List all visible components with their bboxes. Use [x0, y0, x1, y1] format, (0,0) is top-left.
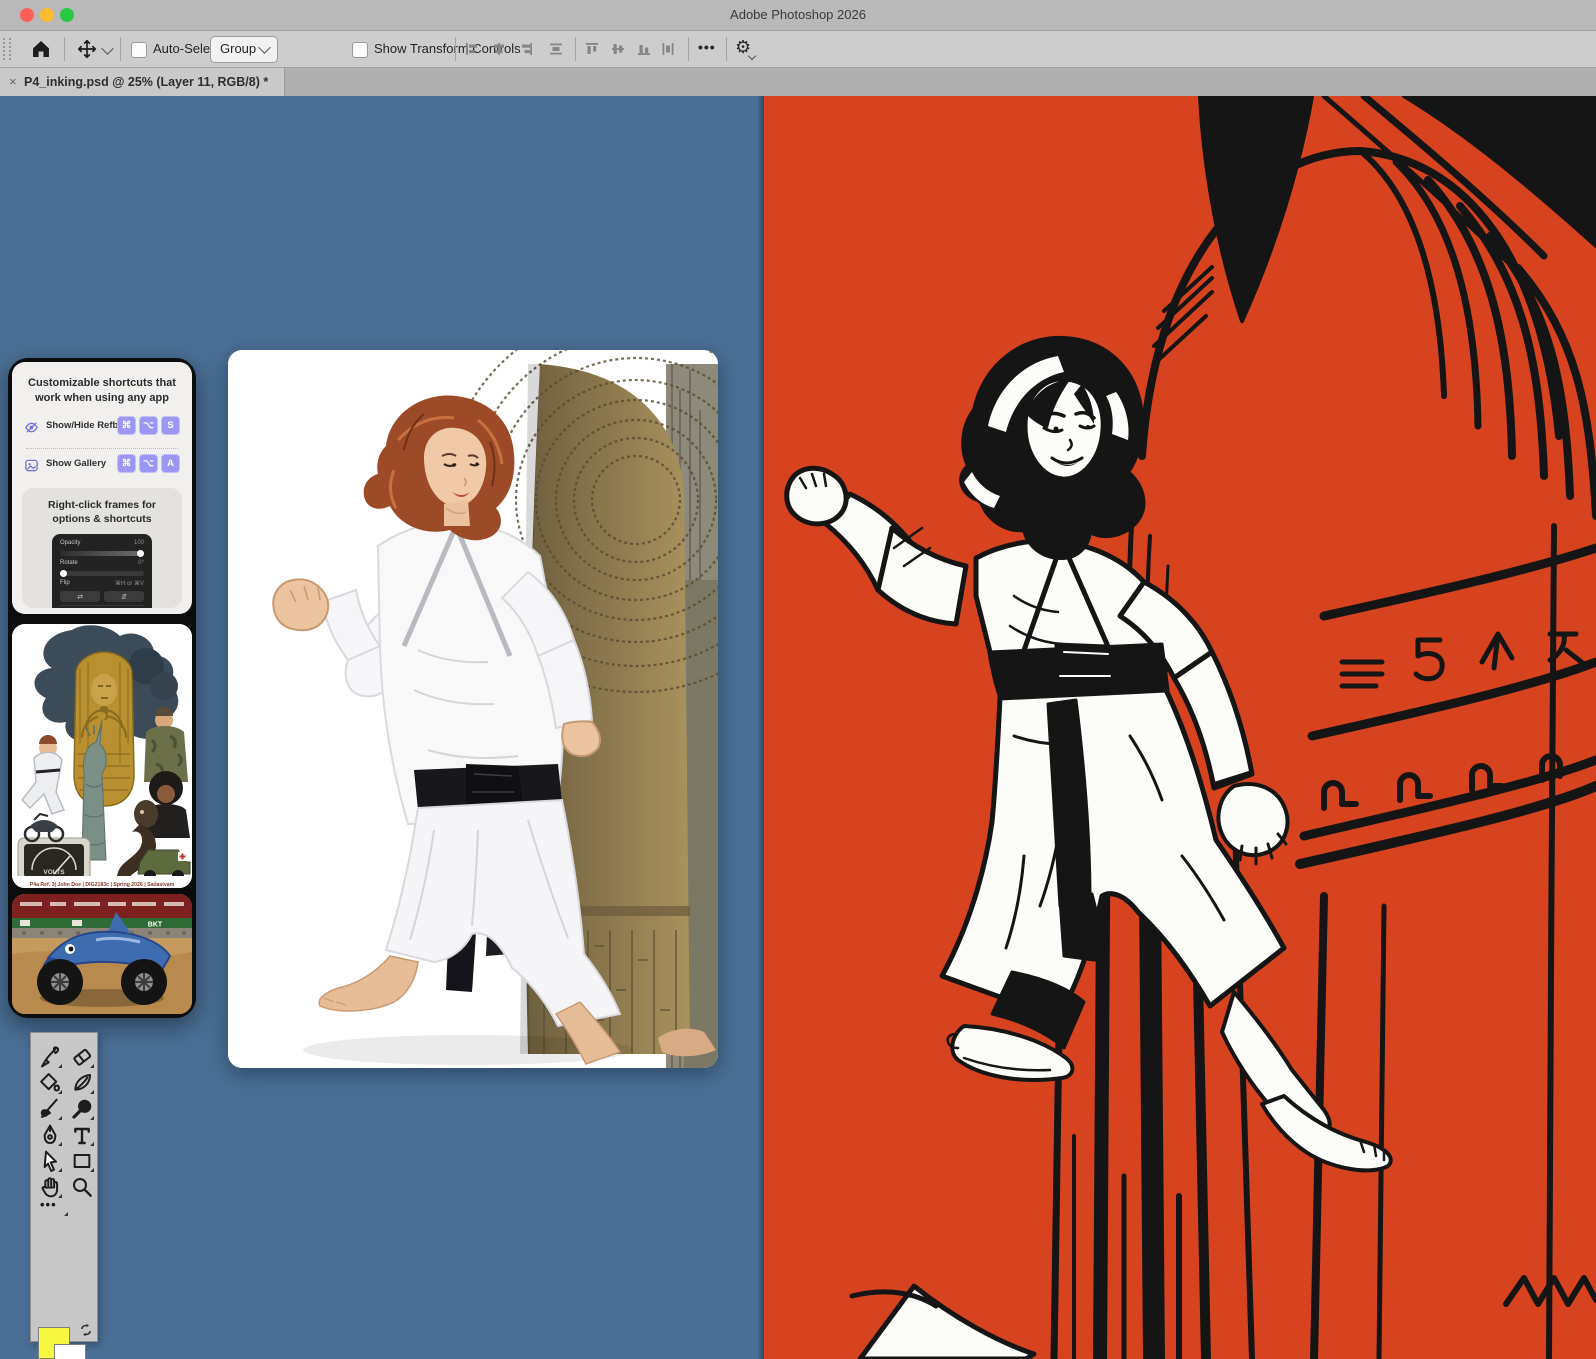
keycap-opt: ⌥ — [139, 454, 158, 473]
shortcut-row-gallery: Show Gallery ⌘ ⌥ A — [24, 454, 180, 476]
gallery-icon — [25, 459, 38, 472]
show-transform-checkbox[interactable] — [352, 42, 368, 58]
photoshop-window: Adobe Photoshop 2026 Auto-Select: Group … — [0, 0, 1596, 1359]
smudge-tool[interactable] — [70, 1071, 94, 1095]
rectangle-icon — [73, 1154, 91, 1168]
panel-drag-handle[interactable] — [3, 38, 11, 60]
context-menu-mockup: Opacity100 Rotate0° Flip⌘H or ⌘V ⇄ ⇵ Gra… — [52, 534, 152, 608]
flip-horizontal-button: ⇄ — [60, 591, 100, 602]
monster-truck-image: BKT — [12, 894, 192, 1014]
more-tools-button[interactable]: ••• — [38, 1197, 68, 1217]
more-options-button[interactable]: ••• — [698, 39, 716, 55]
divider — [26, 448, 178, 449]
document-tab[interactable]: × P4_inking.psd @ 25% (Layer 11, RGB/8) … — [0, 68, 285, 96]
pen-tool[interactable] — [38, 1123, 62, 1147]
distribute-centers-icon[interactable] — [548, 41, 564, 57]
separator — [726, 37, 727, 61]
separator — [688, 37, 689, 61]
tab-title: P4_inking.psd @ 25% (Layer 11, RGB/8) * — [24, 75, 269, 89]
truck-banner-text: BKT — [148, 922, 163, 929]
align-center-v-icon[interactable] — [610, 41, 626, 57]
keycap-opt: ⌥ — [139, 416, 158, 435]
inked-artwork — [784, 92, 1596, 1359]
dropdown-value: Group — [220, 41, 257, 56]
chevron-down-icon — [258, 41, 271, 54]
window-title: Adobe Photoshop 2026 — [730, 7, 866, 22]
select-arrow-icon — [43, 1150, 57, 1172]
hand-tool[interactable] — [38, 1175, 62, 1199]
auto-select-scope-dropdown[interactable]: Group — [210, 36, 278, 63]
window-titlebar[interactable]: Adobe Photoshop 2026 — [0, 0, 1596, 31]
shortcuts-card: Customizable shortcuts that work when us… — [12, 362, 192, 614]
separator — [120, 37, 121, 61]
svg-text:VOLTS: VOLTS — [43, 869, 65, 876]
swap-colors-icon[interactable] — [79, 1323, 93, 1337]
reference-photo — [228, 350, 718, 1068]
gear-flyout-chevron — [747, 51, 757, 61]
canvas-right-page[interactable] — [764, 92, 1596, 1359]
keycap-a: A — [161, 454, 180, 473]
rightclick-title: Right-click frames for options & shortcu… — [48, 499, 156, 526]
keycap-cmd: ⌘ — [117, 454, 136, 473]
flip-vertical-button: ⇵ — [104, 591, 144, 602]
paint-bucket-icon — [40, 1073, 60, 1092]
align-bottom-icon[interactable] — [636, 41, 652, 57]
type-tool[interactable] — [70, 1123, 94, 1147]
separator — [455, 37, 456, 61]
brush-icon — [41, 1046, 60, 1068]
rightclick-hint-card: Right-click frames for options & shortcu… — [22, 488, 182, 608]
eraser-tool[interactable] — [70, 1045, 94, 1069]
align-top-icon[interactable] — [584, 41, 600, 57]
type-icon — [74, 1127, 90, 1145]
home-icon[interactable] — [30, 38, 52, 60]
collage-caption: P4a Ref. 3| John Doe | DIG2183c | Spring… — [30, 882, 175, 888]
separator — [575, 37, 576, 61]
align-right-icon[interactable] — [518, 41, 534, 57]
opacity-slider — [60, 550, 144, 557]
hand-icon — [41, 1177, 59, 1198]
spot-heal-icon — [72, 1099, 92, 1119]
collage-image: VOLTS P4a Ref. 3| John Doe | DIG2183c | … — [12, 624, 192, 888]
rectangle-tool[interactable] — [70, 1149, 94, 1173]
auto-select-checkbox[interactable] — [131, 42, 147, 58]
refbox-panel[interactable]: Customizable shortcuts that work when us… — [8, 358, 196, 1018]
pen-icon — [43, 1124, 57, 1144]
distribute-v-icon[interactable] — [660, 41, 676, 57]
shortcut-label: Show Gallery — [46, 458, 107, 469]
separator — [64, 37, 65, 61]
move-tool-icon[interactable] — [76, 38, 98, 60]
shortcut-row-refbox: Show/Hide Refbox ⌘ ⌥ S — [24, 416, 180, 438]
monster-truck-card: BKT — [12, 894, 192, 1014]
rotate-slider — [60, 570, 144, 577]
collage-reference-card: VOLTS P4a Ref. 3| John Doe | DIG2183c | … — [12, 624, 192, 888]
shortcuts-title: Customizable shortcuts that work when us… — [28, 377, 176, 404]
options-bar: Auto-Select: Group Show Transform Contro… — [0, 31, 1596, 68]
mixer-brush-icon — [40, 1098, 58, 1118]
tab-close-icon[interactable]: × — [9, 74, 17, 89]
eraser-icon — [73, 1048, 92, 1066]
background-color-swatch[interactable] — [54, 1344, 86, 1359]
direct-select-tool[interactable] — [38, 1149, 62, 1173]
keycap-s: S — [161, 416, 180, 435]
mixer-brush-tool[interactable] — [38, 1097, 62, 1121]
canvas-area: Customizable shortcuts that work when us… — [0, 92, 1596, 1359]
align-left-icon[interactable] — [464, 41, 480, 57]
smudge-icon — [74, 1074, 91, 1091]
fill-tool[interactable] — [38, 1071, 62, 1095]
align-center-h-icon[interactable] — [491, 41, 507, 57]
move-tool-flyout-chevron[interactable] — [101, 42, 114, 55]
keycap-cmd: ⌘ — [117, 416, 136, 435]
eye-off-icon — [25, 422, 38, 433]
document-tab-bar: × P4_inking.psd @ 25% (Layer 11, RGB/8) … — [0, 68, 1596, 97]
brush-tool[interactable] — [38, 1045, 62, 1069]
magnifier-icon — [73, 1178, 92, 1197]
spot-heal-tool[interactable] — [70, 1097, 94, 1121]
reference-photo-card[interactable] — [228, 350, 718, 1068]
tools-panel[interactable]: ••• — [30, 1032, 98, 1359]
zoom-tool[interactable] — [70, 1175, 94, 1199]
